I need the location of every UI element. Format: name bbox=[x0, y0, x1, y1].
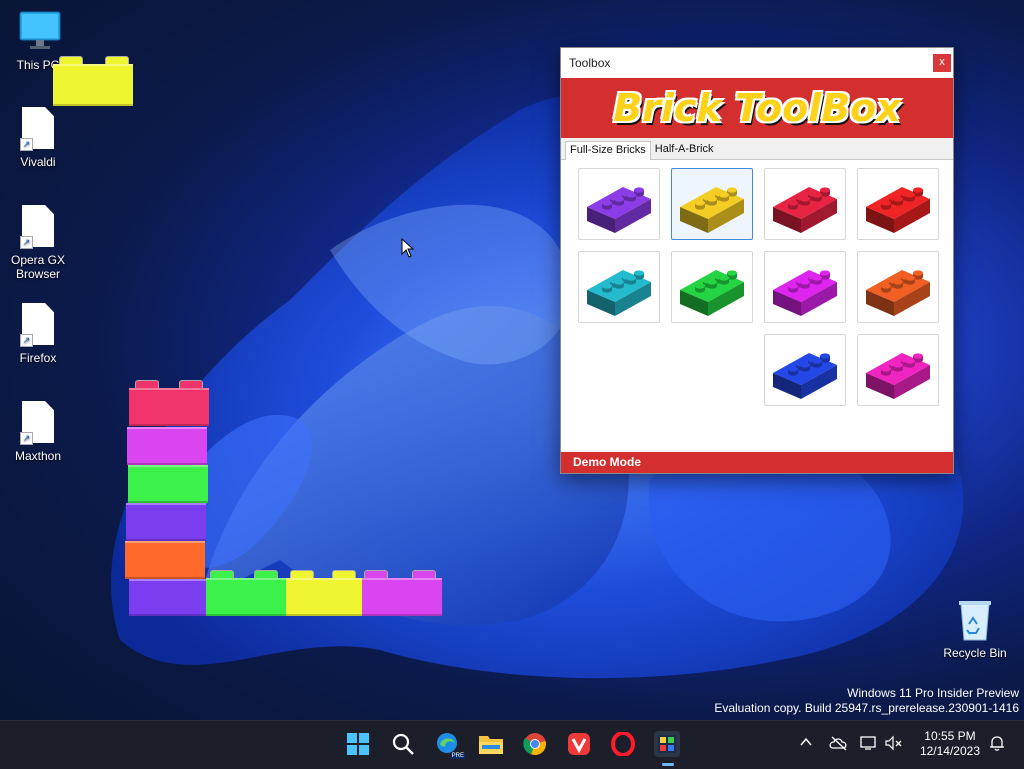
chevron-up-icon[interactable] bbox=[799, 735, 813, 752]
start-icon[interactable] bbox=[345, 731, 371, 757]
shortcut-file-icon: ↗ bbox=[18, 205, 58, 249]
shortcut-file-icon: ↗ bbox=[18, 107, 58, 151]
desktop-brick-orange[interactable] bbox=[125, 541, 205, 579]
clock-time: 10:55 PM bbox=[924, 729, 976, 743]
taskbar: PRE 10:55 PM 12/14/2023 bbox=[0, 720, 1024, 769]
banner-logo-text: Brick ToolBox bbox=[613, 86, 901, 130]
close-button[interactable]: x bbox=[933, 54, 951, 72]
desktop-icon-opera-gx[interactable]: ↗ Opera GX Browser bbox=[0, 205, 76, 281]
monitor-icon bbox=[18, 10, 61, 54]
desktop-icon-firefox[interactable]: ↗ Firefox bbox=[0, 303, 76, 365]
tab-full-size-bricks[interactable]: Full-Size Bricks bbox=[565, 141, 651, 160]
title-bar[interactable]: Toolbox x bbox=[561, 48, 953, 78]
brick-pink-icon bbox=[866, 353, 930, 399]
window-title: Toolbox bbox=[569, 56, 611, 70]
brick-cell-red[interactable] bbox=[857, 168, 939, 240]
brick-magenta-icon bbox=[773, 270, 837, 316]
brick-cell-green[interactable] bbox=[671, 251, 753, 323]
shortcut-file-icon: ↗ bbox=[18, 401, 58, 445]
recycle-bin-icon bbox=[955, 598, 995, 642]
desktop-icon-label: Opera GX Browser bbox=[10, 253, 66, 281]
tab-half-a-brick[interactable]: Half-A-Brick bbox=[651, 141, 718, 159]
brick-yellow-icon bbox=[680, 187, 744, 233]
desktop-brick-purple[interactable] bbox=[126, 503, 206, 541]
shortcut-file-icon: ↗ bbox=[18, 303, 58, 347]
brick-cell-teal[interactable] bbox=[578, 251, 660, 323]
notification-bell-icon[interactable] bbox=[989, 735, 1005, 754]
brick-cell-orange[interactable] bbox=[857, 251, 939, 323]
brick-crimson-icon bbox=[773, 187, 837, 233]
desktop-brick-green-base[interactable] bbox=[206, 570, 286, 616]
brick-purple-icon bbox=[587, 187, 651, 233]
toolbox-window: Toolbox x Brick ToolBox Full-Size Bricks… bbox=[560, 47, 954, 474]
clock-date: 12/14/2023 bbox=[919, 744, 980, 758]
brick-orange-icon bbox=[866, 270, 930, 316]
brick-cell-crimson[interactable] bbox=[764, 168, 846, 240]
brick-palette-grid bbox=[561, 160, 953, 450]
vivaldi-icon[interactable] bbox=[566, 731, 592, 757]
network-icon[interactable] bbox=[860, 735, 878, 754]
desktop-icon-label: Maxthon bbox=[14, 449, 62, 463]
desktop-brick-green[interactable] bbox=[128, 465, 208, 503]
desktop-brick-yellow[interactable] bbox=[53, 56, 133, 106]
volume-muted-icon[interactable] bbox=[885, 735, 903, 754]
file-explorer-icon[interactable] bbox=[478, 731, 504, 757]
tab-strip: Full-Size Bricks Half-A-Brick bbox=[561, 138, 953, 160]
desktop-icon-vivaldi[interactable]: ↗ Vivaldi bbox=[0, 107, 76, 169]
watermark-line-1: Windows 11 Pro Insider Preview bbox=[847, 686, 1019, 700]
desktop-icon-label: Recycle Bin bbox=[943, 646, 1007, 660]
brick-teal-icon bbox=[587, 270, 651, 316]
watermark-line-2: Evaluation copy. Build 25947.rs_prerelea… bbox=[714, 701, 1019, 715]
brick-red-icon bbox=[866, 187, 930, 233]
edge-pre-badge: PRE bbox=[450, 753, 465, 759]
brick-cell-blue[interactable] bbox=[764, 334, 846, 406]
clock[interactable]: 10:55 PM 12/14/2023 bbox=[920, 729, 980, 759]
brick-toolbox-icon[interactable] bbox=[654, 731, 680, 766]
desktop-brick-purple-base[interactable] bbox=[129, 579, 207, 616]
chrome-icon[interactable] bbox=[522, 731, 548, 757]
opera-icon[interactable] bbox=[610, 731, 636, 757]
brick-cell-pink[interactable] bbox=[857, 334, 939, 406]
desktop-brick-magenta-base[interactable] bbox=[362, 570, 442, 616]
brick-cell-yellow[interactable] bbox=[671, 168, 753, 240]
desktop-brick-pink[interactable] bbox=[129, 380, 209, 426]
desktop-icon-label: Vivaldi bbox=[20, 155, 56, 169]
status-bar: Demo Mode bbox=[561, 452, 953, 473]
onedrive-offline-icon[interactable] bbox=[829, 735, 849, 754]
brick-cell-magenta[interactable] bbox=[764, 251, 846, 323]
brick-green-icon bbox=[680, 270, 744, 316]
edge-pre-icon[interactable]: PRE bbox=[435, 731, 465, 759]
mouse-cursor-icon bbox=[401, 238, 415, 258]
active-app-indicator bbox=[662, 763, 674, 766]
desktop-brick-magenta[interactable] bbox=[127, 427, 207, 465]
brick-cell-purple[interactable] bbox=[578, 168, 660, 240]
desktop-brick-yellow-base[interactable] bbox=[286, 570, 362, 616]
desktop-icon-label: Firefox bbox=[19, 351, 57, 365]
desktop-icon-recycle-bin[interactable]: Recycle Bin bbox=[937, 598, 1013, 660]
desktop-icon-maxthon[interactable]: ↗ Maxthon bbox=[0, 401, 76, 463]
search-icon[interactable] bbox=[390, 731, 416, 757]
evaluation-watermark: Windows 11 Pro Insider Preview Evaluatio… bbox=[714, 686, 1019, 716]
brick-blue-icon bbox=[773, 353, 837, 399]
brick-toolbox-banner: Brick ToolBox bbox=[561, 78, 953, 138]
